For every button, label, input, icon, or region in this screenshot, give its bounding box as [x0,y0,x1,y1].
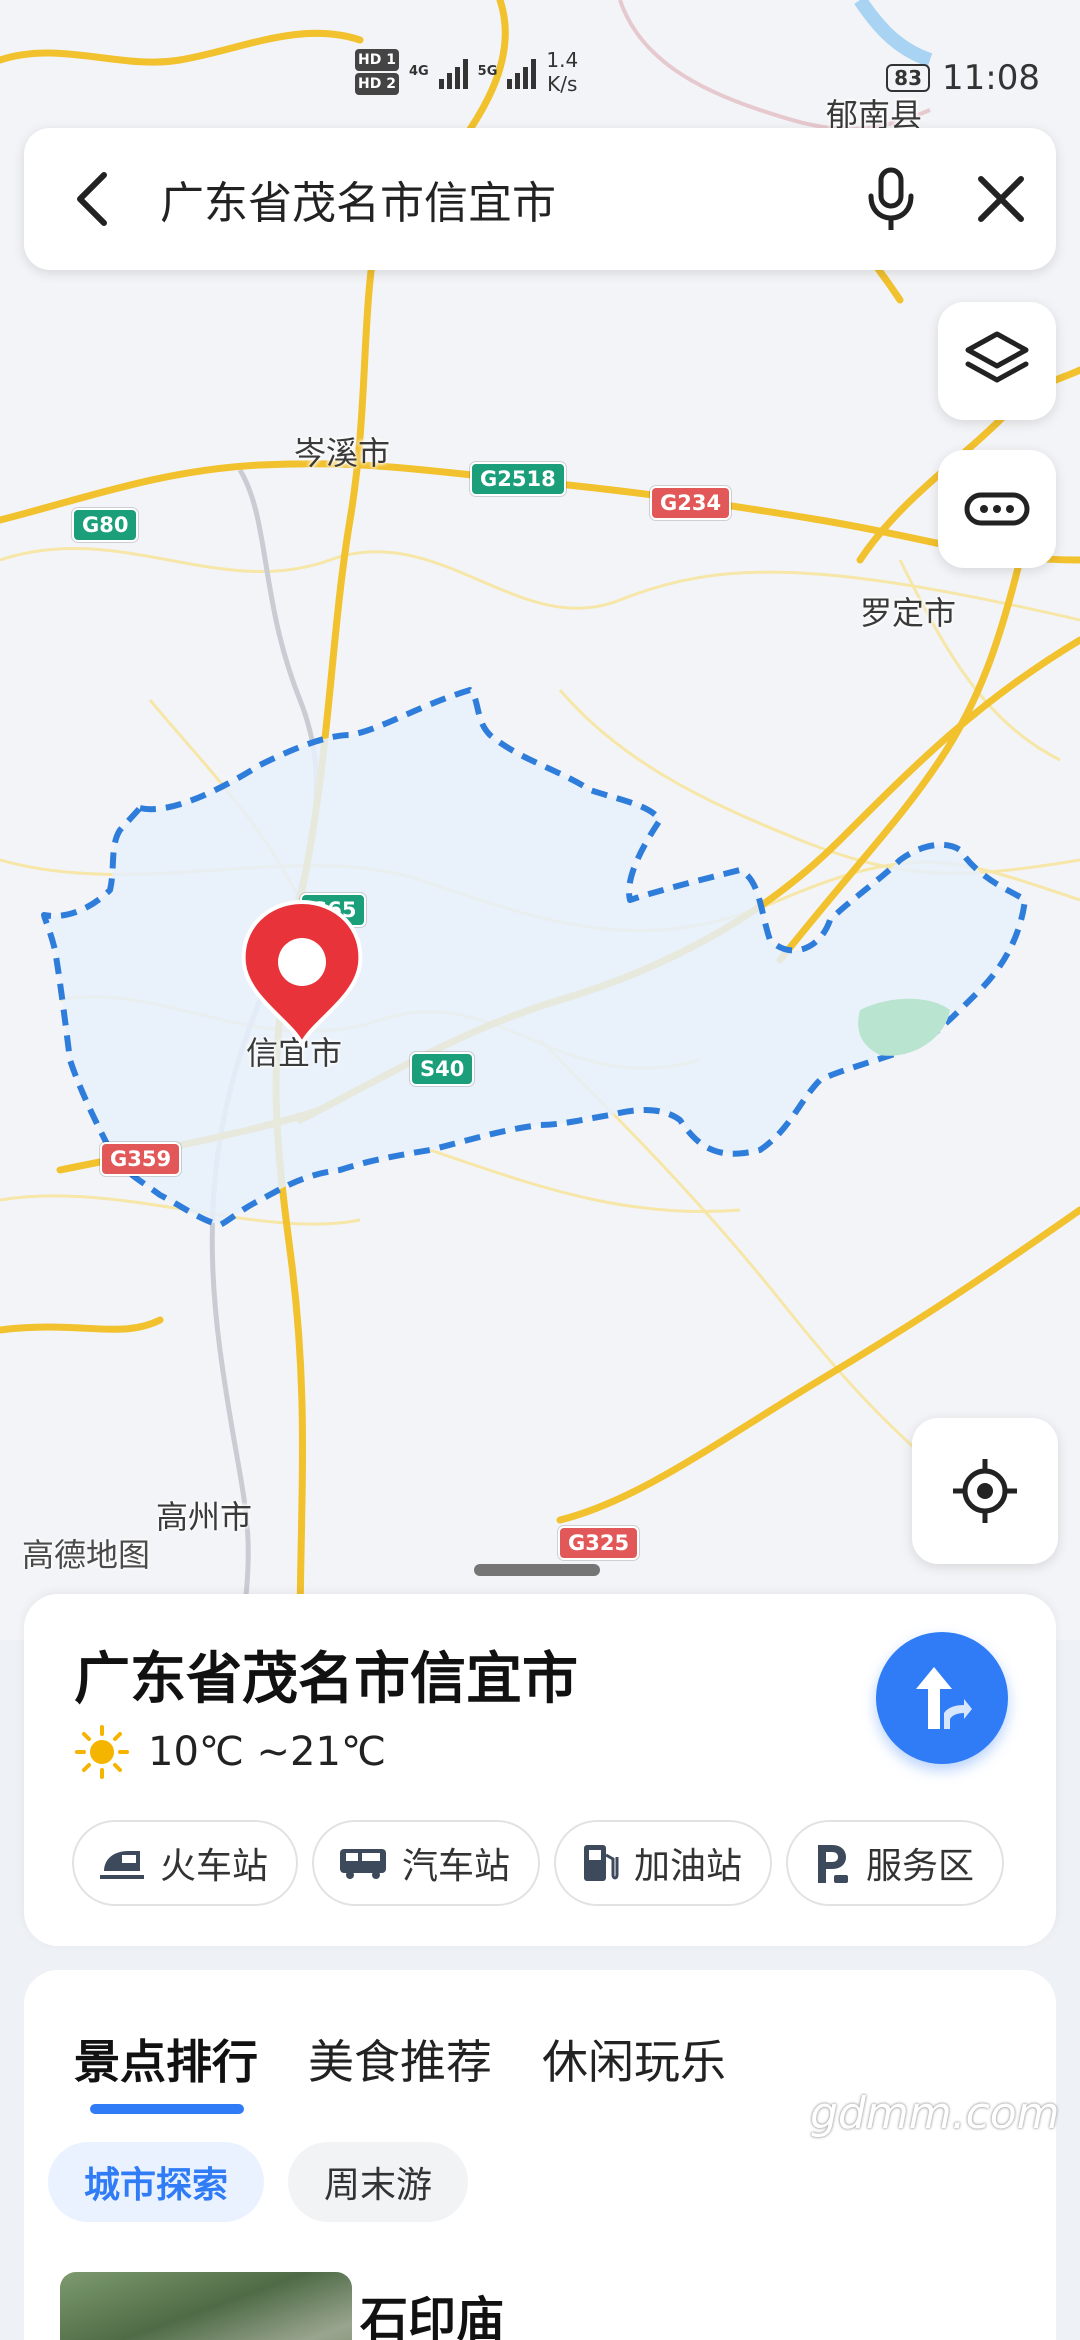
poi-thumbnail[interactable] [60,2272,352,2340]
road-label-g2518: G2518 [470,462,566,496]
subtab-city-explore[interactable]: 城市探索 [48,2142,265,2222]
hd2-indicator: HD 2 [355,73,399,95]
locate-button[interactable] [912,1418,1058,1564]
explore-tabs: 景点排行 美食推荐 休闲玩乐 [74,2026,726,2092]
weather-info: 10℃ ~21℃ [74,1724,386,1780]
map-provider-logo: 高德地图 [22,1536,151,1574]
road-label-g80: G80 [72,508,139,542]
explore-subtabs: 城市探索 周末游 [48,2142,469,2222]
chip-label: 火车站 [160,1846,269,1887]
more-button[interactable] [938,450,1056,568]
road-label-s40: S40 [410,1052,475,1086]
navigate-button[interactable] [876,1632,1008,1764]
chip-label: 加油站 [634,1846,743,1887]
layers-icon [965,331,1029,383]
signal-icon [438,55,468,89]
layers-button[interactable] [938,302,1056,420]
explore-card: 景点排行 美食推荐 休闲玩乐 城市探索 周末游 石印庙 [24,1970,1056,2340]
place-title: 广东省茂名市信宜市 [74,1647,578,1712]
nearby-chips: 火车站 汽车站 加油站 服务区 [72,1820,1056,1906]
back-arrow-icon[interactable] [24,128,160,270]
net-speed-unit: K/s [547,72,578,96]
net-type-1: 4G [408,64,429,79]
chip-label: 服务区 [866,1846,975,1887]
sheet-drag-handle[interactable] [474,1564,600,1576]
net-speed-value: 1.4 [546,48,579,72]
locate-icon [953,1459,1017,1523]
status-bar: HD 1 HD 2 4G 5G 1.4 K/s [355,48,578,96]
road-label-g359: G359 [100,1142,182,1176]
search-query[interactable]: 广东省茂名市信宜市 [160,167,836,231]
search-bar[interactable]: 广东省茂名市信宜市 [24,128,1056,270]
poi-name[interactable]: 石印庙 [360,2280,504,2340]
chip-bus-station[interactable]: 汽车站 [312,1820,541,1906]
chip-service-area[interactable]: 服务区 [786,1820,1005,1906]
bus-icon [340,1849,387,1879]
chip-gas-station[interactable]: 加油站 [554,1820,773,1906]
tab-attractions[interactable]: 景点排行 [74,2026,258,2092]
close-icon[interactable] [946,128,1056,270]
place-info-card[interactable]: 广东省茂名市信宜市 10℃ ~21℃ 火车站 汽车站 加油站 服务区 [24,1594,1056,1946]
road-label-g325: G325 [558,1526,640,1560]
clock: 11:08 [942,58,1040,98]
temperature-range: 10℃ ~21℃ [148,1729,386,1775]
signal-icon-2 [507,55,537,89]
place-label-gaozhou: 高州市 [156,1498,253,1536]
more-icon [964,492,1030,526]
watermark: gdmm.com [810,2088,1060,2139]
service-area-icon [818,1845,849,1883]
location-pin-icon[interactable] [236,898,368,1049]
chip-train-station[interactable]: 火车站 [72,1820,299,1906]
tab-leisure[interactable]: 休闲玩乐 [542,2026,726,2092]
hd1-indicator: HD 1 [355,49,399,71]
road-label-g234: G234 [650,486,732,520]
microphone-icon[interactable] [836,128,946,270]
active-tab-indicator [90,2104,244,2114]
train-icon [100,1851,144,1879]
navigate-icon [916,1667,972,1729]
chip-label: 汽车站 [402,1846,511,1887]
battery-indicator: 83 [886,64,931,92]
subtab-weekend-trip[interactable]: 周末游 [288,2142,469,2222]
gas-station-icon [584,1845,619,1881]
sun-icon [75,1725,129,1779]
place-label-cenxi: 岑溪市 [294,434,391,472]
net-type-2: 5G [477,64,498,79]
place-label-luoding: 罗定市 [860,594,957,632]
tab-food[interactable]: 美食推荐 [308,2026,492,2092]
